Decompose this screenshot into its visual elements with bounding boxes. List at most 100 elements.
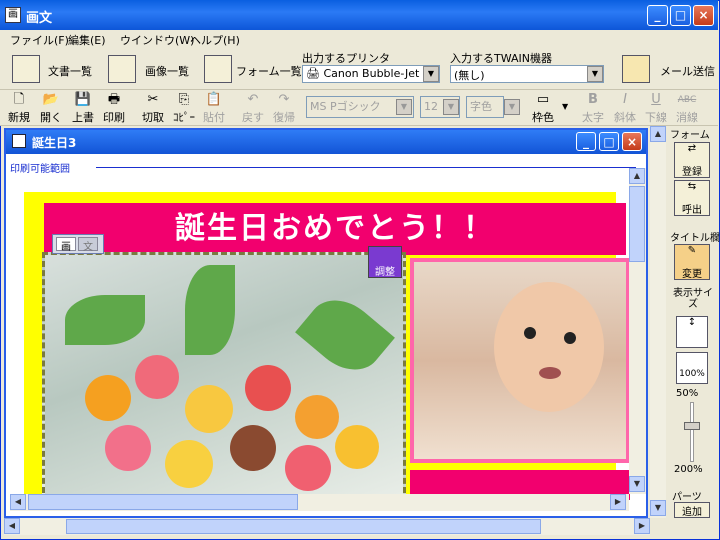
form-label: フォーム bbox=[670, 130, 710, 141]
zoom-slider-track[interactable] bbox=[690, 402, 694, 462]
chevron-down-icon[interactable]: ▼ bbox=[562, 102, 568, 111]
scroll-down-icon[interactable]: ▼ bbox=[650, 500, 666, 516]
chevron-down-icon[interactable]: ▼ bbox=[504, 99, 520, 115]
maximize-button[interactable]: □ bbox=[670, 5, 691, 26]
menu-edit[interactable]: 編集(E) bbox=[68, 32, 106, 48]
flower-shape bbox=[230, 425, 276, 471]
overwrite-button[interactable]: 💾 上書 bbox=[68, 91, 98, 125]
new-button[interactable]: 🗋 新規 bbox=[4, 91, 34, 125]
scroll-left-icon[interactable]: ◀ bbox=[10, 494, 26, 510]
bold-button[interactable]: B 太字 bbox=[578, 91, 608, 125]
paste-icon: 📋 bbox=[205, 92, 223, 107]
register-button[interactable]: ⇄ 登録 bbox=[674, 142, 710, 178]
print-label: 印刷 bbox=[103, 111, 125, 124]
underline-label: 下線 bbox=[645, 111, 667, 124]
card-canvas[interactable]: 誕生日おめでとう！！ 画 文 調整 bbox=[24, 192, 630, 502]
cut-button[interactable]: ✂ 切取 bbox=[138, 91, 168, 125]
minimize-button[interactable]: _ bbox=[647, 5, 668, 26]
doc-list-button[interactable]: 文書一覧 bbox=[48, 63, 92, 79]
redo-button[interactable]: ↷ 復帰 bbox=[269, 91, 299, 125]
right-panel: フォーム ⇄ 登録 ⇆ 呼出 タイトル欄 ✎ 変更 表示サイズ ↕ 100% 50% … bbox=[668, 126, 720, 518]
change-label: 変更 bbox=[682, 269, 702, 280]
redo-icon: ↷ bbox=[278, 92, 290, 107]
scroll-right-icon[interactable]: ▶ bbox=[634, 518, 650, 534]
zoom-100-button[interactable]: 100% bbox=[676, 352, 708, 384]
flower-photo[interactable] bbox=[42, 252, 406, 502]
paste-label: 貼付 bbox=[203, 111, 225, 124]
border-color-button[interactable]: ▭ 枠色 bbox=[528, 91, 558, 125]
horizontal-scroll-thumb[interactable] bbox=[28, 494, 298, 510]
image-tab[interactable]: 画 bbox=[56, 237, 76, 253]
leaf-shape bbox=[65, 295, 145, 345]
italic-button[interactable]: I 斜体 bbox=[610, 91, 640, 125]
scroll-right-icon[interactable]: ▶ bbox=[610, 494, 626, 510]
menu-help[interactable]: ヘルプ(H) bbox=[190, 32, 240, 48]
doc-close-button[interactable]: × bbox=[622, 132, 642, 151]
image-list-button[interactable]: 画像一覧 bbox=[145, 63, 189, 79]
zoom-slider-thumb[interactable] bbox=[684, 422, 700, 430]
fit-height-icon[interactable]: ↕ bbox=[676, 316, 708, 348]
twain-label: 入力するTWAIN機器 bbox=[450, 52, 552, 65]
vertical-scroll-thumb[interactable] bbox=[629, 186, 645, 262]
chevron-down-icon[interactable]: ▼ bbox=[443, 99, 459, 115]
text-tab[interactable]: 文 bbox=[78, 237, 98, 253]
vertical-scrollbar[interactable]: ▲ ▼ bbox=[629, 168, 646, 494]
flower-shape bbox=[295, 395, 339, 439]
printer-select[interactable]: 🖨 Canon Bubble-Jet bbox=[302, 65, 440, 83]
recall-button[interactable]: ⇆ 呼出 bbox=[674, 180, 710, 216]
banner-text[interactable]: 誕生日おめでとう！！ bbox=[44, 203, 626, 255]
open-label: 開く bbox=[40, 111, 62, 124]
form-list-icon[interactable] bbox=[204, 55, 232, 83]
mail-icon[interactable] bbox=[622, 55, 650, 83]
scroll-up-icon[interactable]: ▲ bbox=[629, 168, 645, 184]
doc-list-icon[interactable] bbox=[12, 55, 40, 83]
adjust-button[interactable]: 調整 bbox=[368, 246, 402, 278]
copy-button[interactable]: ⎘ ｺﾋﾟｰ bbox=[169, 91, 199, 125]
redo-label: 復帰 bbox=[273, 111, 295, 124]
flower-shape bbox=[335, 425, 379, 469]
strike-label: 消線 bbox=[676, 111, 698, 124]
form-list-button[interactable]: フォーム一覧 bbox=[236, 63, 302, 79]
main-horizontal-scroll-thumb[interactable] bbox=[66, 519, 541, 534]
horizontal-scrollbar[interactable]: ◀ ▶ bbox=[10, 494, 629, 511]
bold-icon: B bbox=[588, 92, 598, 107]
print-button[interactable]: 🖶 印刷 bbox=[99, 91, 129, 125]
menu-file[interactable]: ファイル(F) bbox=[10, 32, 69, 48]
print-area-line bbox=[96, 167, 636, 168]
underline-icon: U bbox=[651, 92, 661, 107]
scroll-up-icon[interactable]: ▲ bbox=[650, 126, 666, 142]
strike-button[interactable]: ABC 消線 bbox=[672, 91, 702, 125]
baby-photo[interactable] bbox=[410, 258, 630, 463]
main-vertical-scrollbar[interactable]: ▲ ▼ bbox=[650, 126, 666, 518]
chevron-down-icon[interactable]: ▼ bbox=[587, 66, 603, 82]
doc-minimize-button[interactable]: _ bbox=[576, 132, 596, 151]
mail-send-button[interactable]: メール送信 bbox=[660, 63, 715, 79]
font-value: MS Pゴシック bbox=[310, 100, 381, 113]
scissors-icon: ✂ bbox=[147, 92, 159, 107]
undo-button[interactable]: ↶ 戻す bbox=[238, 91, 268, 125]
main-toolbar: 文書一覧 画像一覧 フォーム一覧 出力するプリンタ 🖨 Canon Bubble… bbox=[0, 48, 718, 90]
doc-maximize-button[interactable]: □ bbox=[599, 132, 619, 151]
close-button[interactable]: × bbox=[693, 5, 714, 26]
chevron-down-icon[interactable]: ▼ bbox=[423, 66, 439, 82]
twain-value: (無し) bbox=[454, 69, 485, 82]
underline-button[interactable]: U 下線 bbox=[641, 91, 671, 125]
zoom-100-label: 100% bbox=[679, 369, 705, 379]
recall-label: 呼出 bbox=[682, 205, 702, 216]
twain-select[interactable]: (無し) bbox=[450, 65, 604, 83]
chevron-down-icon[interactable]: ▼ bbox=[396, 99, 412, 115]
flower-shape bbox=[105, 425, 151, 471]
cut-label: 切取 bbox=[142, 111, 164, 124]
change-button[interactable]: ✎ 変更 bbox=[674, 244, 710, 280]
text-color-button[interactable]: 字色 bbox=[466, 96, 504, 118]
main-horizontal-scrollbar[interactable]: ◀ ▶ bbox=[4, 518, 650, 535]
paste-button[interactable]: 📋 貼付 bbox=[199, 91, 229, 125]
scroll-down-icon[interactable]: ▼ bbox=[629, 476, 645, 492]
add-parts-button[interactable]: 追加 bbox=[674, 502, 710, 518]
menu-bar: ファイル(F) 編集(E) ウインドウ(W) ヘルプ(H) bbox=[0, 30, 718, 48]
image-list-icon[interactable] bbox=[108, 55, 136, 83]
flower-shape bbox=[285, 445, 331, 491]
open-button[interactable]: 📂 開く bbox=[36, 91, 66, 125]
menu-window[interactable]: ウインドウ(W) bbox=[120, 32, 194, 48]
scroll-left-icon[interactable]: ◀ bbox=[4, 518, 20, 534]
